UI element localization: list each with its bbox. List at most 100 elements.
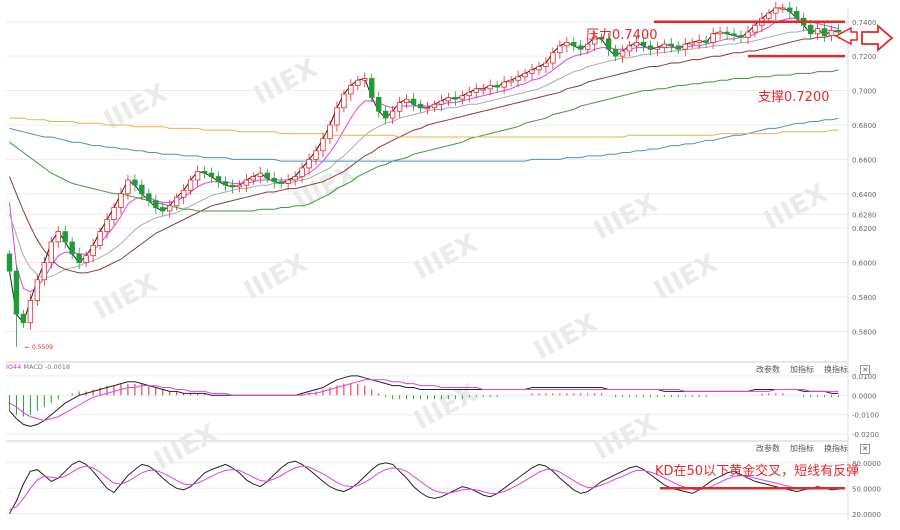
candle-body bbox=[167, 205, 173, 212]
candle-body bbox=[306, 158, 312, 169]
candle-body bbox=[320, 138, 326, 152]
y-tick-label: 0.6200 bbox=[852, 225, 877, 233]
candle-body bbox=[438, 100, 445, 105]
candle-body bbox=[48, 241, 54, 263]
candle-body bbox=[752, 24, 758, 33]
arrow-right-icon bbox=[834, 24, 894, 52]
candle-body bbox=[222, 181, 229, 186]
candle-body bbox=[626, 45, 633, 52]
candle-body bbox=[501, 81, 507, 88]
y-tick-label: -0.0200 bbox=[852, 431, 879, 439]
candle-body bbox=[180, 189, 187, 198]
candle-body bbox=[814, 28, 821, 35]
candle-body bbox=[557, 45, 563, 54]
candle-body bbox=[62, 231, 68, 243]
candle-body bbox=[299, 167, 305, 177]
add-indicator-button[interactable]: 加指标 bbox=[790, 365, 814, 374]
candle-body bbox=[257, 172, 263, 177]
moving-average-line bbox=[9, 35, 839, 274]
candle-body bbox=[382, 110, 389, 119]
watermark-logo: IIIEX bbox=[649, 248, 722, 306]
candle-body bbox=[452, 97, 459, 100]
candle-body bbox=[494, 85, 500, 88]
change-params-button[interactable]: 改参数 bbox=[756, 444, 780, 453]
y-tick-label: 0.6600 bbox=[852, 156, 877, 164]
change-params-button[interactable]: 改参数 bbox=[756, 365, 780, 374]
candle-body bbox=[327, 124, 333, 140]
candle-body bbox=[459, 95, 466, 100]
candle-body bbox=[20, 313, 27, 324]
candle-body bbox=[215, 176, 222, 183]
candle-body bbox=[773, 7, 779, 14]
candle-body bbox=[334, 107, 340, 126]
candle-body bbox=[612, 48, 619, 57]
candle-body bbox=[6, 253, 13, 272]
candle-body bbox=[564, 42, 570, 47]
macd-legend-value: -0.0018 bbox=[44, 363, 71, 371]
add-indicator-button[interactable]: 加指标 bbox=[790, 444, 814, 453]
switch-indicator-button[interactable]: 换指标 bbox=[824, 365, 848, 374]
switch-indicator-button[interactable]: 换指标 bbox=[824, 444, 848, 453]
candle-body bbox=[264, 172, 270, 179]
macd-legend-name: IO44 bbox=[6, 363, 22, 371]
close-icon[interactable]: ✕ bbox=[860, 444, 870, 454]
candle-body bbox=[536, 66, 542, 71]
candle-body bbox=[675, 45, 681, 50]
candle-body bbox=[403, 98, 410, 104]
candle-body bbox=[132, 179, 138, 186]
candle-body bbox=[710, 33, 716, 43]
candle-body bbox=[236, 184, 243, 188]
candle-body bbox=[647, 45, 654, 50]
candle-body bbox=[550, 52, 556, 64]
candle-body bbox=[139, 184, 145, 195]
candle-body bbox=[76, 253, 82, 263]
candle-body bbox=[703, 40, 709, 43]
kd-annotation: KD在50以下黄金交叉，短线有反弹 bbox=[655, 464, 860, 479]
watermark-logo: IIIEX bbox=[409, 378, 482, 436]
kd-toolbar: 改参数 加指标 换指标 ✕ bbox=[756, 443, 880, 454]
candle-body bbox=[585, 43, 591, 50]
y-tick-label: 50.0000 bbox=[852, 485, 881, 493]
candle-body bbox=[724, 31, 730, 35]
candle-body bbox=[417, 103, 424, 109]
candle-body bbox=[828, 29, 835, 36]
y-tick-label: 0.7400 bbox=[852, 19, 877, 27]
watermark-logo: IIIEX bbox=[99, 78, 172, 136]
candle-body bbox=[668, 43, 675, 47]
candle-body bbox=[243, 179, 250, 186]
candle-body bbox=[717, 31, 723, 35]
candle-body bbox=[515, 76, 521, 81]
macd-legend: IO44 MACD -0.0018 bbox=[6, 363, 70, 371]
watermark-logo: IIIEX bbox=[249, 53, 322, 111]
y-tick-label: 0.6800 bbox=[852, 122, 877, 130]
y-tick-label: 0.7200 bbox=[852, 53, 877, 61]
candle-body bbox=[97, 231, 103, 246]
support-annotation: 支撑0.7200 bbox=[758, 90, 830, 105]
y-tick-label: 20.0000 bbox=[852, 511, 881, 519]
candle-body bbox=[313, 150, 319, 160]
candle-body bbox=[487, 85, 493, 90]
candle-body bbox=[389, 110, 396, 119]
candle-body bbox=[480, 88, 486, 91]
candle-body bbox=[508, 79, 514, 83]
candle-body bbox=[229, 184, 236, 188]
candle-body bbox=[362, 78, 368, 81]
candle-body bbox=[529, 69, 535, 74]
macd-toolbar: 改参数 加指标 换指标 ✕ bbox=[756, 364, 880, 375]
candle-body bbox=[689, 42, 695, 45]
y-tick-label: 0.7000 bbox=[852, 88, 877, 96]
candle-body bbox=[571, 42, 577, 47]
candle-body bbox=[835, 29, 842, 33]
close-icon[interactable]: ✕ bbox=[860, 365, 870, 375]
candle-body bbox=[83, 255, 89, 263]
y-tick-label: 0.6400 bbox=[852, 191, 877, 199]
watermark-logo: IIIEX bbox=[589, 408, 662, 466]
candle-body bbox=[250, 176, 257, 181]
watermark-logo: IIIEX bbox=[759, 178, 832, 236]
moving-average-line bbox=[9, 29, 839, 279]
candle-body bbox=[696, 40, 702, 43]
watermark-logo: IIIEX bbox=[529, 308, 602, 366]
candle-body bbox=[424, 107, 431, 110]
macd-legend-indicator: MACD bbox=[23, 363, 43, 371]
watermark-logo: IIIEX bbox=[89, 268, 162, 326]
